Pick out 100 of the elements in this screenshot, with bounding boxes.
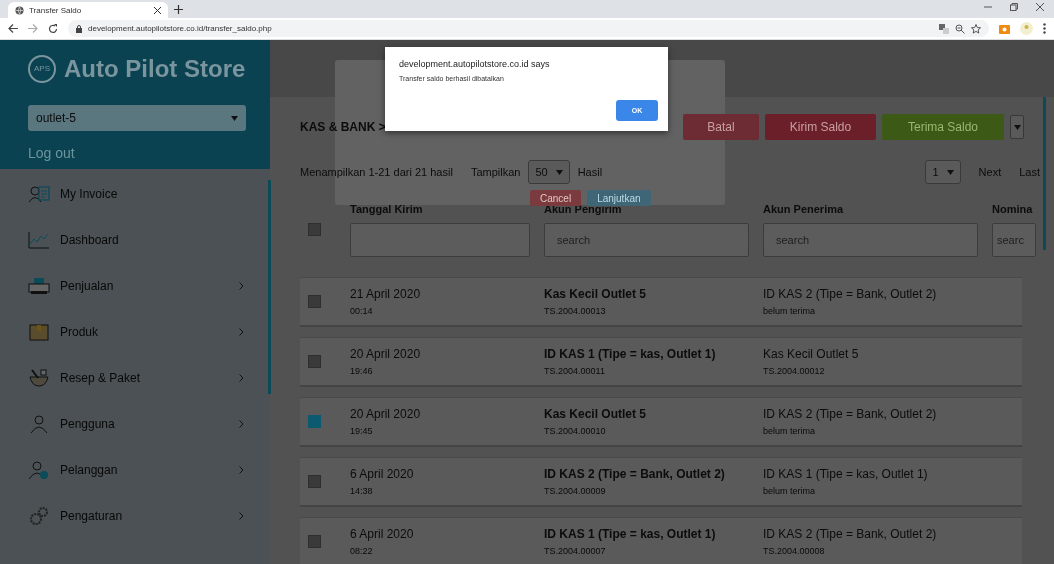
receiver-note: belum terima: [763, 426, 817, 436]
scrollbar[interactable]: [268, 180, 271, 394]
cancel-button[interactable]: Cancel: [530, 190, 582, 206]
select-all-checkbox[interactable]: [308, 223, 321, 236]
row-checkbox[interactable]: [308, 475, 321, 488]
sidebar-item[interactable]: Penjualan: [0, 263, 270, 309]
sidebar-item[interactable]: Pengaturan: [0, 493, 270, 539]
customer-icon: [28, 460, 50, 480]
row-checkbox[interactable]: [308, 415, 321, 428]
sidebar-item[interactable]: Resep & Paket: [0, 355, 270, 401]
new-tab-icon[interactable]: [174, 4, 183, 14]
row-checkbox[interactable]: [308, 535, 321, 548]
next-link[interactable]: Next: [978, 166, 1002, 178]
sender-account: Kas Kecil Outlet 5: [544, 407, 648, 421]
time-text: 19:45: [350, 426, 374, 436]
receiver-account: ID KAS 2 (Tipe = Bank, Outlet 2): [763, 407, 938, 421]
sender-account: ID KAS 1 (Tipe = kas, Outlet 1): [544, 347, 717, 361]
filter-field[interactable]: search: [544, 223, 749, 257]
browser-tab[interactable]: Transfer Saldo: [8, 2, 168, 18]
filter-field[interactable]: [350, 223, 530, 257]
extension-icon[interactable]: [999, 23, 1010, 34]
breadcrumb: KAS & BANK >: [300, 120, 387, 134]
close-icon[interactable]: [154, 6, 161, 14]
invoice-icon: [28, 184, 50, 204]
row-checkbox[interactable]: [308, 295, 321, 308]
transfer-code: TS.2004.00011: [544, 366, 606, 376]
sender-account: ID KAS 2 (Tipe = Bank, Outlet 2): [544, 467, 726, 481]
time-text: 08:22: [350, 546, 374, 556]
sidebar-item[interactable]: Produk: [0, 309, 270, 355]
sidebar-item[interactable]: Pengguna: [0, 401, 270, 447]
table-row[interactable]: 6 April 2020 08:22 ID KAS 1 (Tipe = kas, Outlet 1) TS.2004.00007 ID KAS 2 (Tipe = Bank, Outlet 2) TS.2004.00008: [300, 517, 1022, 564]
address-bar[interactable]: development.autopilotstore.co.id/transfer_saldo.php: [68, 20, 989, 37]
dropdown-arrow-icon: [231, 115, 238, 121]
back-icon[interactable]: [8, 24, 18, 33]
table-row[interactable]: 20 April 2020 19:45 Kas Kecil Outlet 5 TS.2004.00010 ID KAS 2 (Tipe = Bank, Outlet 2) belum terima: [300, 397, 1022, 447]
printer-icon: [28, 276, 50, 296]
continue-button[interactable]: Lanjutkan: [587, 190, 651, 206]
per-page-suffix: Hasil: [577, 166, 603, 178]
transfer-code: TS.2004.00009: [544, 486, 607, 496]
receiver-account: ID KAS 1 (Tipe = kas, Outlet 1): [763, 467, 929, 481]
app-logo: Auto Pilot Store: [64, 54, 246, 83]
profile-icon[interactable]: [1020, 22, 1033, 35]
minimize-icon[interactable]: [984, 3, 992, 11]
date-text: 6 April 2020: [350, 467, 415, 481]
column-header: Akun Penerima: [763, 203, 845, 215]
sidebar-item[interactable]: Pelanggan: [0, 447, 270, 493]
user-icon: [28, 414, 50, 434]
cancel-button[interactable]: Batal: [683, 114, 759, 140]
page-select[interactable]: 1: [925, 160, 961, 184]
table-row[interactable]: 21 April 2020 00:14 Kas Kecil Outlet 5 TS.2004.00013 ID KAS 2 (Tipe = Bank, Outlet 2) belum terima: [300, 277, 1022, 327]
box-icon: [28, 322, 50, 342]
filter-field[interactable]: search: [763, 223, 978, 257]
sidebar-item[interactable]: Dashboard: [0, 217, 270, 263]
logout-link[interactable]: Log out: [28, 139, 250, 163]
forward-icon[interactable]: [28, 24, 38, 33]
sender-account: Kas Kecil Outlet 5: [544, 287, 648, 301]
transfer-code: TS.2004.00013: [544, 306, 607, 316]
transfer-code: TS.2004.00007: [544, 546, 607, 556]
send-button[interactable]: Kirim Saldo: [765, 114, 876, 140]
receiver-note: TS.2004.00012: [763, 366, 826, 376]
date-text: 20 April 2020: [350, 347, 422, 361]
row-checkbox[interactable]: [308, 355, 321, 368]
time-text: 19:46: [350, 366, 374, 376]
globe-icon: [15, 5, 24, 15]
outlet-select[interactable]: outlet-5: [28, 105, 246, 131]
star-icon[interactable]: [971, 23, 981, 34]
last-link[interactable]: Last: [1019, 166, 1040, 178]
close-icon[interactable]: [1036, 3, 1044, 11]
receive-button[interactable]: Terima Saldo: [882, 114, 1004, 140]
lock-icon: [76, 24, 82, 33]
zoom-icon[interactable]: [955, 23, 965, 34]
mortar-icon: [28, 368, 50, 388]
date-text: 6 April 2020: [350, 527, 415, 541]
dropdown-arrow-icon: [946, 169, 954, 175]
receiver-note: belum terima: [763, 486, 817, 496]
filter-field[interactable]: searc: [992, 223, 1036, 257]
table-row[interactable]: 20 April 2020 19:46 ID KAS 1 (Tipe = kas, Outlet 1) TS.2004.00011 Kas Kecil Outlet 5 TS.2004.00012: [300, 337, 1022, 387]
date-text: 21 April 2020: [350, 287, 422, 301]
menu-icon[interactable]: [1043, 23, 1046, 34]
time-text: 14:38: [350, 486, 374, 496]
table-row[interactable]: 6 April 2020 14:38 ID KAS 2 (Tipe = Bank, Outlet 2) TS.2004.00009 ID KAS 1 (Tipe = kas, Outlet 1) belum terima: [300, 457, 1022, 507]
result-summary: Menampilkan 1-21 dari 21 hasil: [300, 166, 453, 178]
transfer-code: TS.2004.00010: [544, 426, 607, 436]
date-text: 20 April 2020: [350, 407, 422, 421]
per-page-select[interactable]: 50: [528, 160, 570, 184]
receiver-account: ID KAS 2 (Tipe = Bank, Outlet 2): [763, 287, 938, 301]
restore-icon[interactable]: [1010, 3, 1018, 11]
more-dropdown[interactable]: [1010, 115, 1024, 139]
receiver-note: TS.2004.00008: [763, 546, 826, 556]
logo-badge: APS: [28, 54, 56, 83]
scrollbar[interactable]: [1043, 97, 1046, 250]
sidebar-item[interactable]: My Invoice: [0, 171, 270, 217]
show-label: Tampilkan: [470, 166, 521, 178]
column-header: Akun Pengirim: [544, 203, 622, 215]
dropdown-arrow-icon: [555, 169, 563, 175]
receiver-account: ID KAS 2 (Tipe = Bank, Outlet 2): [763, 527, 938, 541]
time-text: 00:14: [350, 306, 374, 316]
receiver-note: belum terima: [763, 306, 817, 316]
dropdown-arrow-icon: [1013, 124, 1021, 130]
reload-icon[interactable]: [48, 23, 58, 34]
